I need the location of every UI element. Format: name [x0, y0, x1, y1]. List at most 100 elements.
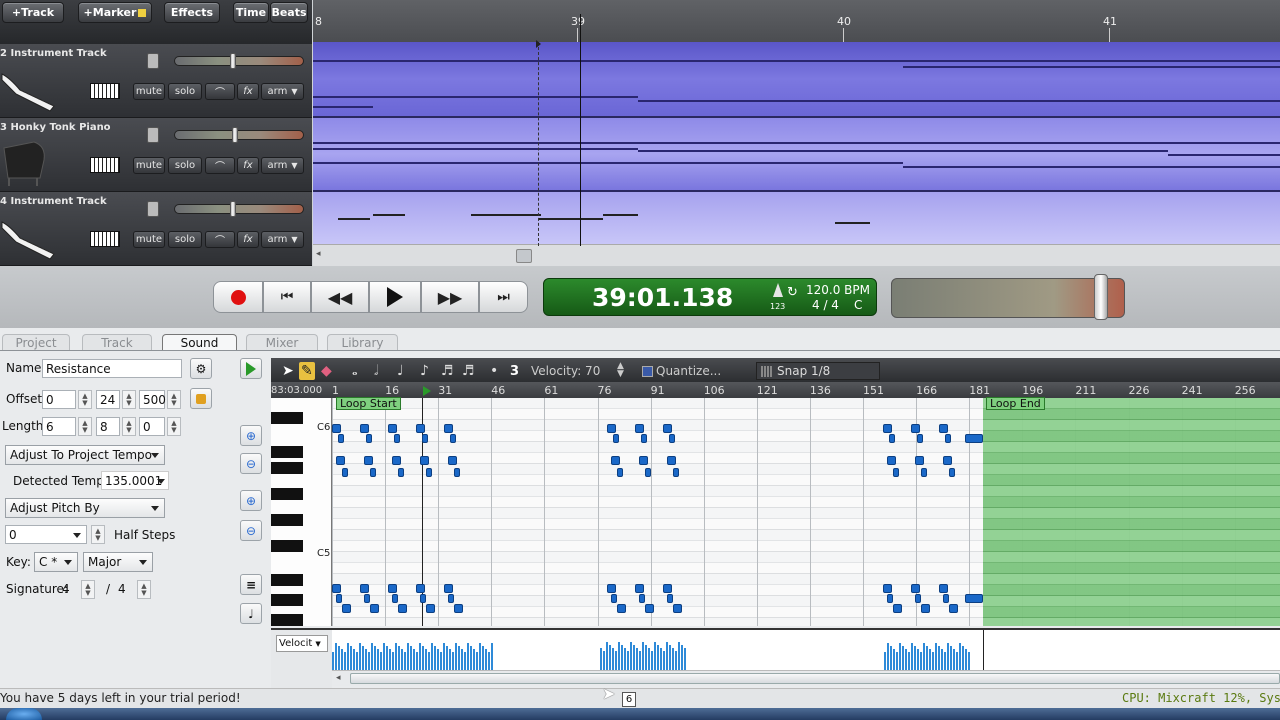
time-button[interactable]: Time: [233, 2, 269, 23]
scroll-thumb[interactable]: [516, 249, 532, 263]
piano-keys-icon[interactable]: [90, 83, 120, 99]
velocity-bar[interactable]: [684, 648, 686, 670]
select-tool-icon[interactable]: ➤: [282, 362, 294, 380]
midi-note[interactable]: [673, 468, 679, 477]
midi-note[interactable]: [613, 434, 619, 443]
zoom-out-vertical-icon[interactable]: ⊖: [240, 520, 262, 541]
velocity-bar[interactable]: [359, 643, 361, 670]
track-header-2[interactable]: 2 Instrument Track mute solo ⌒ fx arm ▼: [0, 44, 312, 118]
velocity-bar[interactable]: [675, 651, 677, 670]
velocity-bar[interactable]: [911, 643, 913, 670]
master-volume-handle[interactable]: [1094, 274, 1108, 320]
midi-note[interactable]: [883, 424, 892, 433]
velocity-bar[interactable]: [600, 648, 602, 670]
velocity-bar[interactable]: [374, 646, 376, 670]
piano-keys-icon[interactable]: [90, 157, 120, 173]
signature-denominator-spinner[interactable]: ▲ ▼: [137, 580, 151, 599]
midi-note[interactable]: [607, 424, 616, 433]
velocity-bar[interactable]: [923, 643, 925, 670]
midi-note[interactable]: [645, 468, 651, 477]
velocity-bar[interactable]: [899, 643, 901, 670]
solo-button[interactable]: solo: [168, 83, 202, 100]
scroll-left-icon[interactable]: ◂: [336, 673, 341, 683]
velocity-lane[interactable]: [332, 628, 1280, 670]
tab-track[interactable]: Track: [82, 334, 152, 350]
midi-note[interactable]: [939, 584, 948, 593]
velocity-bar[interactable]: [434, 646, 436, 670]
midi-note[interactable]: [422, 434, 428, 443]
midi-note[interactable]: [917, 434, 923, 443]
velocity-bar[interactable]: [338, 646, 340, 670]
quantize-button[interactable]: Quantize...: [642, 362, 721, 380]
play-button[interactable]: [369, 281, 421, 313]
velocity-bar[interactable]: [410, 646, 412, 670]
velocity-bar[interactable]: [395, 643, 397, 670]
velocity-bar[interactable]: [944, 652, 946, 670]
track-name[interactable]: 3 Honky Tonk Piano: [0, 122, 111, 133]
quarter-note-icon[interactable]: ♩: [397, 362, 404, 380]
offset-field-1[interactable]: 0: [42, 390, 76, 409]
track-lane-2[interactable]: [313, 42, 1280, 118]
midi-note[interactable]: [635, 424, 644, 433]
start-button[interactable]: [6, 708, 42, 720]
length-spinner-1[interactable]: ▲ ▼: [78, 417, 92, 436]
midi-note[interactable]: [617, 468, 623, 477]
midi-note[interactable]: [454, 604, 463, 613]
volume-slider-handle[interactable]: [230, 201, 236, 217]
velocity-bar[interactable]: [482, 646, 484, 670]
velocity-bar[interactable]: [371, 643, 373, 670]
velocity-bar[interactable]: [344, 652, 346, 670]
midi-note[interactable]: [444, 584, 453, 593]
velocity-bar[interactable]: [950, 646, 952, 670]
arm-button[interactable]: arm ▼: [261, 83, 304, 100]
automation-icon[interactable]: ⌒: [205, 83, 235, 100]
midi-note[interactable]: [893, 468, 899, 477]
volume-slider[interactable]: [174, 204, 304, 214]
midi-note[interactable]: [392, 594, 398, 603]
velocity-bar[interactable]: [884, 652, 886, 670]
velocity-bar[interactable]: [678, 642, 680, 670]
midi-note[interactable]: [943, 594, 949, 603]
velocity-bar[interactable]: [908, 652, 910, 670]
midi-note[interactable]: [444, 424, 453, 433]
midi-note[interactable]: [360, 424, 369, 433]
eraser-tool-icon[interactable]: ◆: [321, 362, 332, 380]
velocity-bar[interactable]: [606, 642, 608, 670]
offset-spinner-2[interactable]: ▲ ▼: [122, 390, 136, 409]
volume-knob[interactable]: [147, 201, 159, 217]
piano-roll-scrollbar[interactable]: ◂: [332, 670, 1280, 686]
add-marker-button[interactable]: +Marker: [78, 2, 152, 23]
tuplet-button[interactable]: 3: [510, 362, 519, 380]
midi-note[interactable]: [394, 434, 400, 443]
velocity-bar[interactable]: [920, 652, 922, 670]
velocity-bar[interactable]: [425, 649, 427, 670]
loop-arrow-icon[interactable]: ↻: [787, 285, 798, 300]
midi-note[interactable]: [611, 594, 617, 603]
midi-note[interactable]: [420, 456, 429, 465]
velocity-bar[interactable]: [446, 646, 448, 670]
note-view-icon[interactable]: ♩: [240, 603, 262, 624]
velocity-bar[interactable]: [681, 645, 683, 670]
solo-button[interactable]: solo: [168, 231, 202, 248]
velocity-bar[interactable]: [353, 649, 355, 670]
velocity-bar[interactable]: [476, 652, 478, 670]
piano-black-key[interactable]: [271, 462, 303, 474]
fx-button[interactable]: fx: [237, 231, 259, 248]
velocity-bar[interactable]: [621, 645, 623, 670]
velocity-bar[interactable]: [959, 643, 961, 670]
snap-dropdown[interactable]: Snap 1/8: [756, 362, 880, 380]
scale-dropdown[interactable]: Major: [83, 552, 153, 572]
velocity-bar[interactable]: [491, 643, 493, 670]
velocity-bar[interactable]: [347, 643, 349, 670]
velocity-bar[interactable]: [663, 651, 665, 670]
velocity-bar[interactable]: [636, 648, 638, 670]
midi-note[interactable]: [336, 594, 342, 603]
velocity-bar[interactable]: [386, 646, 388, 670]
midi-note[interactable]: [943, 456, 952, 465]
note-grid[interactable]: [332, 398, 1280, 626]
midi-note[interactable]: [893, 604, 902, 613]
midi-note[interactable]: [332, 584, 341, 593]
tempo-mode-dropdown[interactable]: Adjust To Project Tempo: [5, 445, 165, 465]
track-scrollbar[interactable]: ◂: [313, 244, 1280, 266]
track-name[interactable]: 4 Instrument Track: [0, 196, 107, 207]
